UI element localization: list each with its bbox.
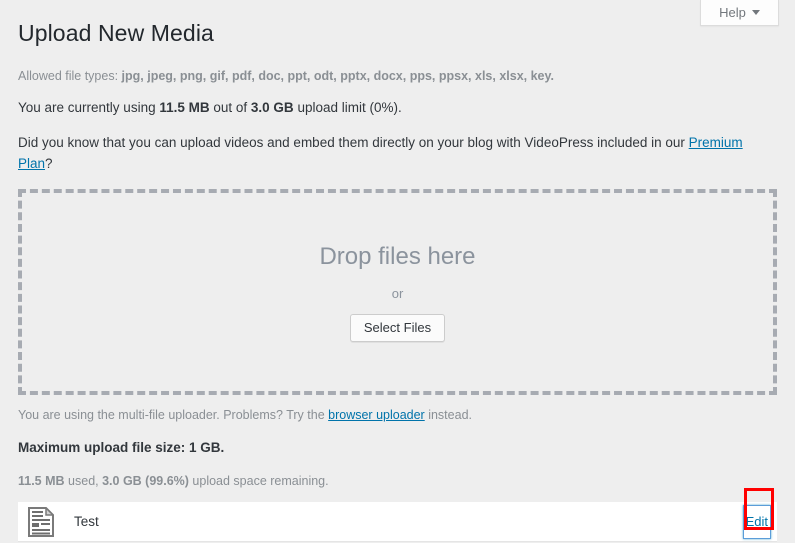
usage-used-value: 11.5 MB [159,100,210,115]
storage-usage-text: You are currently using 11.5 MB out of 3… [18,99,777,117]
edit-link-focus-ring: Edit [742,505,771,539]
max-upload-size: Maximum upload file size: 1 GB. [18,440,225,455]
allowed-file-types: Allowed file types: jpg, jpeg, png, gif,… [18,68,777,85]
allowed-file-types-value: jpg, jpeg, png, gif, pdf, doc, ppt, odt,… [121,69,554,83]
videopress-promo: Did you know that you can upload videos … [18,132,777,174]
space-remaining-suffix: upload space remaining. [188,474,329,488]
space-used-value: 11.5 MB [18,474,65,488]
dropzone-or-label: or [391,286,404,301]
allowed-file-types-label: Allowed file types: [18,69,119,83]
usage-middle: out of [209,100,251,115]
space-used-suffix: used, [64,474,103,488]
media-item-row: Test Edit [18,502,777,542]
media-item-actions: Edit [742,501,771,543]
usage-suffix: upload limit (0%). [293,100,402,115]
usage-limit-value: 3.0 GB [250,100,294,115]
file-dropzone[interactable]: Drop files here or Select Files [18,189,777,395]
select-files-button[interactable]: Select Files [349,314,446,342]
videopress-text-after: ? [45,156,53,171]
browser-uploader-link[interactable]: browser uploader [328,408,425,422]
usage-prefix: You are currently using [18,100,160,115]
uploader-note-before: You are using the multi-file uploader. P… [18,408,329,422]
media-item-name: Test [74,514,99,529]
document-file-icon [28,506,54,537]
multifile-uploader-note: You are using the multi-file uploader. P… [18,407,777,424]
upload-space-remaining: 11.5 MB used, 3.0 GB (99.6%) upload spac… [18,473,777,490]
page-title: Upload New Media [18,20,214,46]
edit-media-link[interactable]: Edit [746,514,768,530]
dropzone-title: Drop files here [319,243,476,270]
upload-page: Upload New Media Allowed file types: jpg… [0,0,795,542]
videopress-text: Did you know that you can upload videos … [18,135,689,150]
uploader-note-after: instead. [424,408,472,422]
space-remaining-value: 3.0 GB (99.6%) [102,474,189,488]
